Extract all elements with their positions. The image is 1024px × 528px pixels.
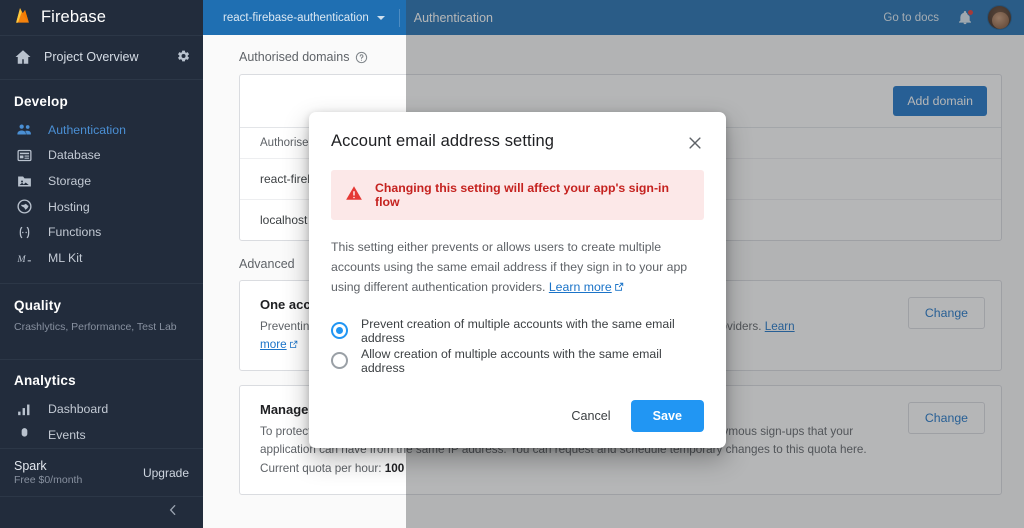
sidebar-item-label: Functions: [48, 225, 102, 240]
authorised-domains-title: Authorised domains: [239, 50, 350, 64]
ml-kit-icon: M: [16, 250, 33, 267]
sidebar-item-project-overview[interactable]: Project Overview: [0, 36, 203, 80]
globe-icon: [16, 198, 33, 215]
radio-option-prevent[interactable]: Prevent creation of multiple accounts wi…: [331, 316, 704, 346]
sidebar: Firebase Project Overview Develop Authen…: [0, 0, 203, 528]
sidebar-quality-subtitle: Crashlytics, Performance, Test Lab: [14, 320, 177, 333]
bar-chart-icon: [16, 401, 33, 418]
project-overview-label: Project Overview: [44, 50, 139, 65]
help-circle-icon[interactable]: [355, 51, 368, 64]
dialog-description: This setting either prevents or allows u…: [331, 238, 704, 298]
dialog-header: Account email address setting: [331, 132, 704, 152]
radio-label-prevent: Prevent creation of multiple accounts wi…: [361, 316, 675, 345]
users-icon: [16, 121, 33, 138]
functions-icon: [16, 224, 33, 241]
sidebar-item-label: Events: [48, 427, 86, 442]
sidebar-item-storage[interactable]: Storage: [0, 168, 203, 194]
home-icon: [14, 48, 32, 66]
sidebar-item-hosting[interactable]: Hosting: [0, 194, 203, 220]
dialog-description-text: This setting either prevents or allows u…: [331, 240, 688, 294]
sidebar-item-dashboard[interactable]: Dashboard: [0, 396, 203, 422]
radio-indicator-prevent[interactable]: [331, 322, 348, 340]
sidebar-item-database[interactable]: Database: [0, 143, 203, 169]
quota-value: 100: [384, 461, 405, 475]
warning-text: Changing this setting will affect your a…: [375, 181, 669, 209]
events-icon: [16, 426, 33, 443]
dialog-title: Account email address setting: [331, 132, 555, 150]
sidebar-item-label: Hosting: [48, 199, 90, 214]
sidebar-item-label: Database: [48, 148, 101, 163]
external-link-icon: [614, 279, 623, 291]
chevron-down-icon[interactable]: [376, 15, 385, 20]
brand-header[interactable]: Firebase: [0, 0, 203, 36]
sidebar-item-authentication[interactable]: Authentication: [0, 117, 203, 143]
warning-triangle-icon: [345, 184, 363, 207]
gear-icon[interactable]: [175, 48, 193, 66]
plan-price: Free $0/month: [14, 474, 83, 487]
sidebar-item-events[interactable]: Events: [0, 422, 203, 448]
learn-more-link[interactable]: Learn more: [549, 280, 612, 294]
plan-info: Spark Free $0/month: [14, 459, 143, 487]
topbar-divider: [398, 8, 400, 27]
dialog-actions: Cancel Save: [331, 399, 704, 432]
sidebar-item-functions[interactable]: Functions: [0, 220, 203, 246]
upgrade-button[interactable]: Upgrade: [143, 466, 189, 480]
sidebar-section-analytics: Analytics: [14, 373, 76, 389]
plan-row: Spark Free $0/month Upgrade: [0, 447, 203, 497]
save-button[interactable]: Save: [630, 399, 704, 432]
account-email-setting-dialog: Account email address setting Changing t…: [309, 112, 726, 448]
sidebar-item-label: Storage: [48, 174, 92, 189]
firebase-console: Firebase Project Overview Develop Authen…: [0, 0, 1024, 528]
firebase-flame-icon: [14, 7, 31, 27]
external-link-icon: [289, 337, 298, 349]
sidebar-item-label: ML Kit: [48, 251, 83, 266]
sidebar-item-label: Dashboard: [48, 402, 109, 417]
close-icon[interactable]: [686, 134, 704, 152]
folder-image-icon: [16, 173, 33, 190]
quota-label: Current quota per hour:: [260, 461, 382, 475]
sidebar-item-label: Authentication: [48, 122, 126, 137]
sidebar-item-ml-kit[interactable]: M ML Kit: [0, 245, 203, 271]
radio-option-allow[interactable]: Allow creation of multiple accounts with…: [331, 346, 704, 376]
radio-indicator-allow[interactable]: [331, 352, 348, 370]
chevron-left-icon: [165, 502, 181, 523]
one-account-text-prefix: Preventin: [260, 320, 310, 333]
account-email-options: Prevent creation of multiple accounts wi…: [331, 316, 704, 376]
warning-banner: Changing this setting will affect your a…: [331, 170, 704, 220]
project-selector-label[interactable]: react-firebase-authentication: [223, 12, 369, 24]
sidebar-section-quality: Quality: [14, 297, 62, 313]
radio-label-allow: Allow creation of multiple accounts with…: [361, 346, 662, 375]
brand-name: Firebase: [41, 7, 106, 26]
cancel-button[interactable]: Cancel: [559, 401, 622, 431]
plan-name: Spark: [14, 458, 47, 473]
sidebar-section-develop: Develop: [14, 93, 68, 109]
svg-text:M: M: [16, 254, 26, 265]
database-icon: [16, 147, 33, 164]
one-account-more-link[interactable]: more: [260, 338, 287, 351]
sidebar-collapse-button[interactable]: [0, 496, 203, 528]
